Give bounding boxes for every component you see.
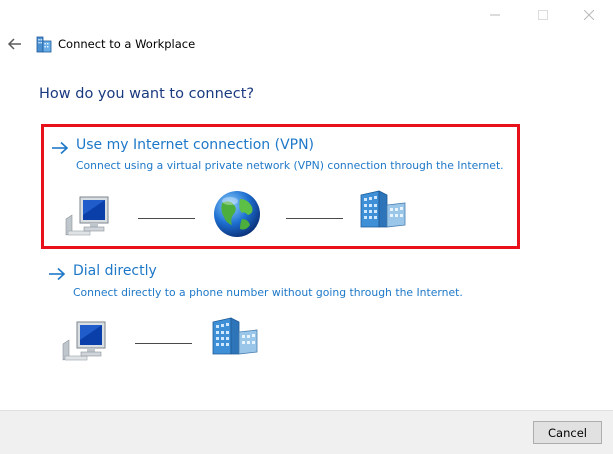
wizard-header: Connect to a Workplace bbox=[0, 34, 613, 56]
option-description: Connect using a virtual private network … bbox=[76, 159, 504, 172]
option-description: Connect directly to a phone number witho… bbox=[73, 286, 463, 299]
window-title: Connect to a Workplace bbox=[58, 37, 196, 51]
connection-line bbox=[286, 218, 343, 219]
computer-icon bbox=[65, 196, 109, 236]
connection-line bbox=[138, 218, 195, 219]
minimize-button[interactable] bbox=[472, 0, 518, 30]
connection-line bbox=[135, 343, 192, 344]
arrow-right-icon bbox=[52, 141, 69, 155]
page-heading: How do you want to connect? bbox=[39, 86, 255, 102]
arrow-right-icon bbox=[49, 267, 66, 281]
footer-bar: Cancel bbox=[0, 410, 613, 454]
option-dial[interactable]: Dial directly Connect directly to a phon… bbox=[41, 258, 520, 378]
close-button[interactable] bbox=[566, 0, 612, 30]
computer-icon bbox=[62, 321, 106, 361]
building-icon bbox=[212, 317, 258, 355]
maximize-button[interactable] bbox=[520, 0, 566, 30]
building-icon bbox=[360, 190, 406, 228]
back-arrow-icon[interactable] bbox=[7, 36, 23, 52]
option-vpn[interactable]: Use my Internet connection (VPN) Connect… bbox=[41, 124, 520, 249]
close-icon bbox=[584, 10, 594, 20]
cancel-button[interactable]: Cancel bbox=[533, 421, 602, 444]
maximize-icon bbox=[538, 10, 548, 20]
minimize-icon bbox=[490, 14, 500, 16]
workplace-network-icon bbox=[36, 36, 52, 53]
globe-icon bbox=[214, 191, 260, 237]
option-title[interactable]: Dial directly bbox=[73, 263, 157, 279]
option-title[interactable]: Use my Internet connection (VPN) bbox=[76, 137, 314, 153]
